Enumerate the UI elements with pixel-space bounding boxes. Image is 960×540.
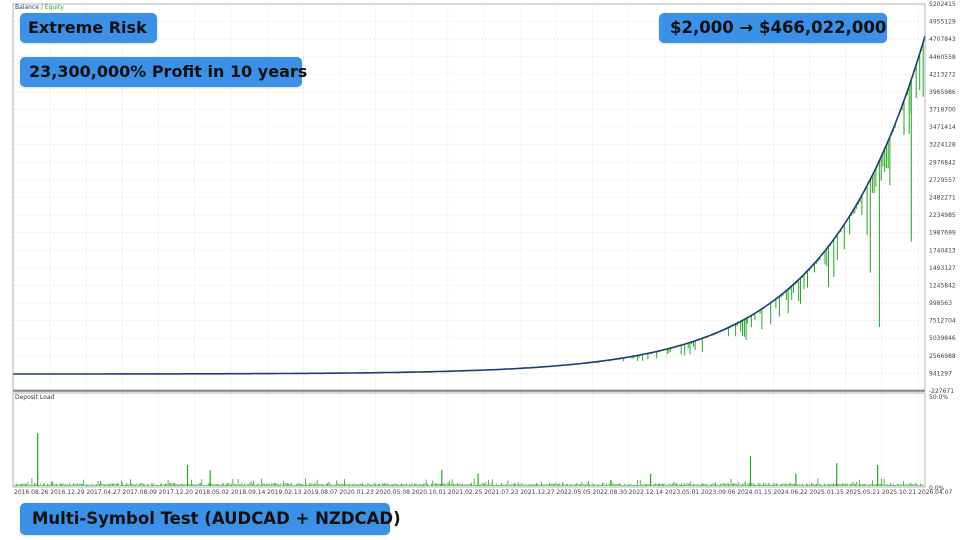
y-tick-label: 1493127 [929, 265, 956, 272]
x-axis: 2016.08.26 2016.12.29 2017.04.27 2017.08.09… [14, 489, 953, 496]
main-y-axis: 5202415 4955129 4707843 4460558 4213272 39659… [929, 1, 956, 395]
legend-equity: Equity [45, 4, 64, 11]
x-tick-label: 2023.09.06 [701, 489, 736, 496]
x-tick-label: 2019.02.13 [267, 489, 302, 496]
chart-legend: Balance / Equity [15, 4, 64, 11]
y-tick-label: 2976842 [929, 159, 956, 166]
x-tick-label: 2017.12.20 [159, 489, 194, 496]
y-tick-label: 4213272 [929, 71, 956, 78]
load-plot-frame [12, 392, 926, 488]
x-tick-label: 2026.04.07 [918, 489, 953, 496]
y-tick-label: 1987699 [929, 230, 956, 237]
x-tick-label: 2021.12.27 [520, 489, 555, 496]
y-tick-label: 1245842 [929, 282, 956, 289]
x-tick-label: 2025.10.21 [882, 489, 917, 496]
x-tick-label: 2022.08.30 [593, 489, 628, 496]
y-tick-label: 5039846 [929, 335, 956, 342]
extreme-risk-badge: Extreme Risk [20, 13, 157, 43]
legend-balance: Balance [15, 4, 39, 11]
x-tick-label: 2023.05.01 [665, 489, 700, 496]
x-tick-label: 2017.04.27 [86, 489, 121, 496]
profit-badge: 23,300,000% Profit in 10 years [20, 57, 307, 87]
x-tick-label: 2025.01.15 [810, 489, 845, 496]
y-tick-label: 3224128 [929, 142, 956, 149]
y-tick-label: 5202415 [929, 1, 956, 8]
x-tick-label: 2018.09.14 [231, 489, 266, 496]
x-tick-label: 2017.08.09 [122, 489, 157, 496]
y-tick-label: 2729557 [929, 177, 956, 184]
x-tick-label: 2025.05.21 [846, 489, 881, 496]
y-tick-label: 941297 [929, 370, 952, 377]
y-tick-label: 1740413 [929, 247, 956, 254]
x-tick-label: 2024.06.22 [773, 489, 808, 496]
deposit-load-bars [14, 478, 924, 486]
x-tick-label: 2021.02.25 [448, 489, 483, 496]
x-tick-label: 2022.05.05 [556, 489, 591, 496]
y-tick-label: 2482271 [929, 195, 956, 202]
x-tick-label: 2021.07.23 [484, 489, 519, 496]
deposit-load-layer: Deposit Load 50.0%0.0% [14, 394, 948, 492]
x-tick-label: 2018.05.02 [195, 489, 230, 496]
y-tick-label: 4707843 [929, 36, 956, 43]
y-tick-label: 4460558 [929, 54, 956, 61]
x-tick-label: 2022.12.14 [629, 489, 664, 496]
x-tick-label: 2016.12.29 [50, 489, 85, 496]
x-tick-label: 2024.01.15 [737, 489, 772, 496]
x-tick-label: 2020.05.08 [376, 489, 411, 496]
x-tick-label: 2020.01.23 [339, 489, 374, 496]
y-tick-label: 7512704 [929, 318, 956, 325]
load-y-tick-label: 50.0% [929, 394, 948, 401]
x-tick-label: 2016.08.26 [14, 489, 49, 496]
x-tick-label: 2020.10.01 [412, 489, 447, 496]
y-tick-label: 3471414 [929, 124, 956, 131]
y-tick-label: 2234985 [929, 212, 956, 219]
y-tick-label: 3718700 [929, 107, 956, 114]
multi-symbol-badge: Multi-Symbol Test (AUDCAD + NZDCAD) [20, 503, 401, 535]
legend-text: Balance / Equity [15, 4, 64, 11]
balance-range-badge: $2,000 → $466,022,000 [659, 13, 887, 43]
deposit-load-title: Deposit Load [15, 394, 54, 401]
y-tick-label: 3965986 [929, 89, 956, 96]
y-tick-label: 4955129 [929, 19, 956, 26]
y-tick-label: 998563 [929, 300, 952, 307]
y-tick-label: 2566988 [929, 353, 956, 360]
x-tick-label: 2019.08.07 [303, 489, 338, 496]
